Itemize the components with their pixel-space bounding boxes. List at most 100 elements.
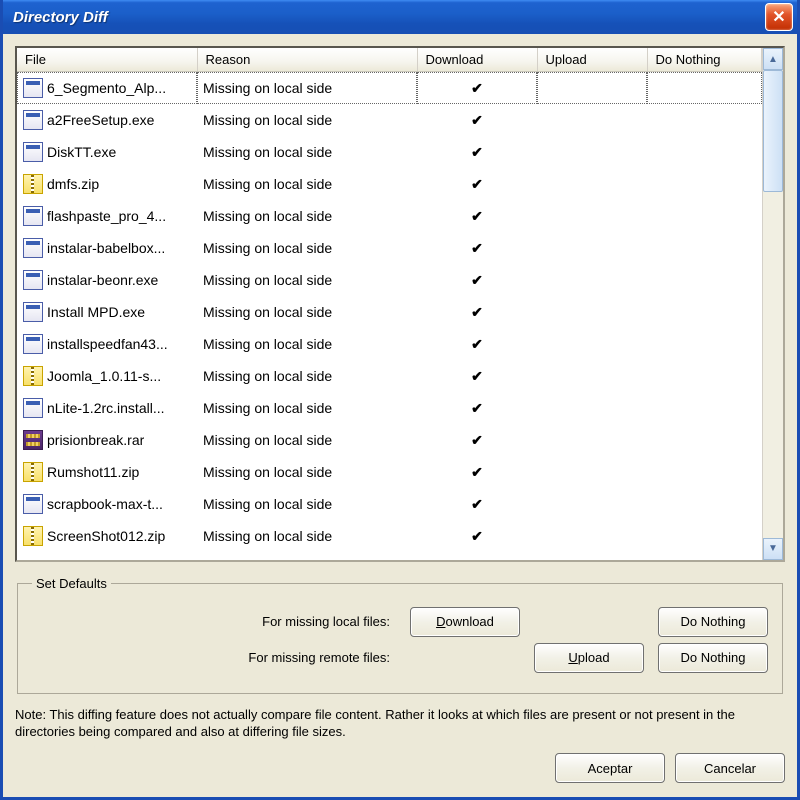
exe-file-icon bbox=[23, 238, 43, 258]
table-row[interactable]: Rumshot11.zipMissing on local side✔ bbox=[17, 456, 762, 488]
zip-file-icon bbox=[23, 366, 43, 386]
download-cell[interactable]: ✔ bbox=[417, 296, 537, 328]
scroll-thumb[interactable] bbox=[763, 70, 783, 192]
table-row[interactable]: installspeedfan43...Missing on local sid… bbox=[17, 328, 762, 360]
donothing-cell[interactable] bbox=[647, 424, 762, 456]
file-name: instalar-beonr.exe bbox=[47, 272, 158, 288]
col-donothing[interactable]: Do Nothing bbox=[647, 48, 762, 72]
upload-cell[interactable] bbox=[537, 72, 647, 105]
file-list-table[interactable]: File Reason Download Upload Do Nothing 6… bbox=[17, 48, 762, 560]
exe-file-icon bbox=[23, 110, 43, 130]
file-name: prisionbreak.rar bbox=[47, 432, 144, 448]
col-download[interactable]: Download bbox=[417, 48, 537, 72]
col-upload[interactable]: Upload bbox=[537, 48, 647, 72]
download-cell[interactable]: ✔ bbox=[417, 328, 537, 360]
donothing-cell[interactable] bbox=[647, 520, 762, 552]
donothing-cell[interactable] bbox=[647, 72, 762, 105]
table-row[interactable]: Joomla_1.0.11-s...Missing on local side✔ bbox=[17, 360, 762, 392]
scroll-up-button[interactable]: ▲ bbox=[763, 48, 783, 70]
upload-cell[interactable] bbox=[537, 392, 647, 424]
table-row[interactable]: Install MPD.exeMissing on local side✔ bbox=[17, 296, 762, 328]
donothing-cell[interactable] bbox=[647, 200, 762, 232]
download-cell[interactable]: ✔ bbox=[417, 392, 537, 424]
reason-cell: Missing on local side bbox=[197, 392, 417, 424]
file-name: ScreenShot012.zip bbox=[47, 528, 165, 544]
file-list: File Reason Download Upload Do Nothing 6… bbox=[15, 46, 785, 562]
table-row[interactable]: instalar-beonr.exeMissing on local side✔ bbox=[17, 264, 762, 296]
reason-cell: Missing on local side bbox=[197, 328, 417, 360]
scroll-track[interactable] bbox=[763, 70, 783, 538]
upload-cell[interactable] bbox=[537, 232, 647, 264]
upload-cell[interactable] bbox=[537, 488, 647, 520]
download-cell[interactable]: ✔ bbox=[417, 104, 537, 136]
donothing-cell[interactable] bbox=[647, 104, 762, 136]
donothing-cell[interactable] bbox=[647, 136, 762, 168]
donothing-cell[interactable] bbox=[647, 264, 762, 296]
donothing-cell[interactable] bbox=[647, 232, 762, 264]
upload-cell[interactable] bbox=[537, 424, 647, 456]
download-cell[interactable]: ✔ bbox=[417, 520, 537, 552]
cancel-button[interactable]: Cancelar bbox=[675, 753, 785, 783]
reason-cell: Missing on local side bbox=[197, 296, 417, 328]
download-cell[interactable]: ✔ bbox=[417, 360, 537, 392]
default-local-donothing-button[interactable]: Do Nothing bbox=[658, 607, 768, 637]
file-name: DiskTT.exe bbox=[47, 144, 116, 160]
download-cell[interactable]: ✔ bbox=[417, 456, 537, 488]
col-file[interactable]: File bbox=[17, 48, 197, 72]
donothing-cell[interactable] bbox=[647, 328, 762, 360]
dialog-window: Directory Diff ✕ File Reason Download Up bbox=[0, 0, 800, 800]
titlebar[interactable]: Directory Diff ✕ bbox=[3, 0, 797, 34]
table-row[interactable]: a2FreeSetup.exeMissing on local side✔ bbox=[17, 104, 762, 136]
download-cell[interactable]: ✔ bbox=[417, 200, 537, 232]
download-cell[interactable]: ✔ bbox=[417, 232, 537, 264]
exe-file-icon bbox=[23, 494, 43, 514]
download-cell[interactable]: ✔ bbox=[417, 136, 537, 168]
reason-cell: Missing on local side bbox=[197, 488, 417, 520]
vertical-scrollbar[interactable]: ▲ ▼ bbox=[762, 48, 783, 560]
donothing-cell[interactable] bbox=[647, 488, 762, 520]
default-remote-donothing-button[interactable]: Do Nothing bbox=[658, 643, 768, 673]
download-cell[interactable]: ✔ bbox=[417, 424, 537, 456]
scroll-down-button[interactable]: ▼ bbox=[763, 538, 783, 560]
default-local-download-button[interactable]: Download bbox=[410, 607, 520, 637]
donothing-cell[interactable] bbox=[647, 168, 762, 200]
donothing-cell[interactable] bbox=[647, 296, 762, 328]
download-cell[interactable]: ✔ bbox=[417, 72, 537, 105]
col-reason[interactable]: Reason bbox=[197, 48, 417, 72]
close-button[interactable]: ✕ bbox=[765, 3, 793, 31]
table-row[interactable]: nLite-1.2rc.install...Missing on local s… bbox=[17, 392, 762, 424]
column-headers[interactable]: File Reason Download Upload Do Nothing bbox=[17, 48, 762, 72]
upload-cell[interactable] bbox=[537, 360, 647, 392]
donothing-cell[interactable] bbox=[647, 456, 762, 488]
file-name: instalar-babelbox... bbox=[47, 240, 165, 256]
upload-cell[interactable] bbox=[537, 296, 647, 328]
accept-button[interactable]: Aceptar bbox=[555, 753, 665, 783]
table-row[interactable]: ScreenShot012.zipMissing on local side✔ bbox=[17, 520, 762, 552]
upload-cell[interactable] bbox=[537, 136, 647, 168]
table-row[interactable]: flashpaste_pro_4...Missing on local side… bbox=[17, 200, 762, 232]
download-cell[interactable]: ✔ bbox=[417, 488, 537, 520]
download-cell[interactable]: ✔ bbox=[417, 168, 537, 200]
defaults-remote-row: For missing remote files: Upload Do Noth… bbox=[32, 643, 768, 673]
upload-cell[interactable] bbox=[537, 456, 647, 488]
table-row[interactable]: scrapbook-max-t...Missing on local side✔ bbox=[17, 488, 762, 520]
upload-cell[interactable] bbox=[537, 168, 647, 200]
upload-cell[interactable] bbox=[537, 200, 647, 232]
upload-cell[interactable] bbox=[537, 264, 647, 296]
table-row[interactable]: DiskTT.exeMissing on local side✔ bbox=[17, 136, 762, 168]
donothing-cell[interactable] bbox=[647, 392, 762, 424]
table-row[interactable]: instalar-babelbox...Missing on local sid… bbox=[17, 232, 762, 264]
window-title: Directory Diff bbox=[13, 9, 108, 26]
client-area: File Reason Download Upload Do Nothing 6… bbox=[3, 34, 797, 797]
table-row[interactable]: prisionbreak.rarMissing on local side✔ bbox=[17, 424, 762, 456]
download-cell[interactable]: ✔ bbox=[417, 264, 537, 296]
default-remote-upload-button[interactable]: Upload bbox=[534, 643, 644, 673]
upload-cell[interactable] bbox=[537, 328, 647, 360]
upload-cell[interactable] bbox=[537, 104, 647, 136]
zip-file-icon bbox=[23, 526, 43, 546]
upload-cell[interactable] bbox=[537, 520, 647, 552]
table-row[interactable]: dmfs.zipMissing on local side✔ bbox=[17, 168, 762, 200]
table-row[interactable]: 6_Segmento_Alp...Missing on local side✔ bbox=[17, 72, 762, 105]
file-name: Rumshot11.zip bbox=[47, 464, 139, 480]
donothing-cell[interactable] bbox=[647, 360, 762, 392]
